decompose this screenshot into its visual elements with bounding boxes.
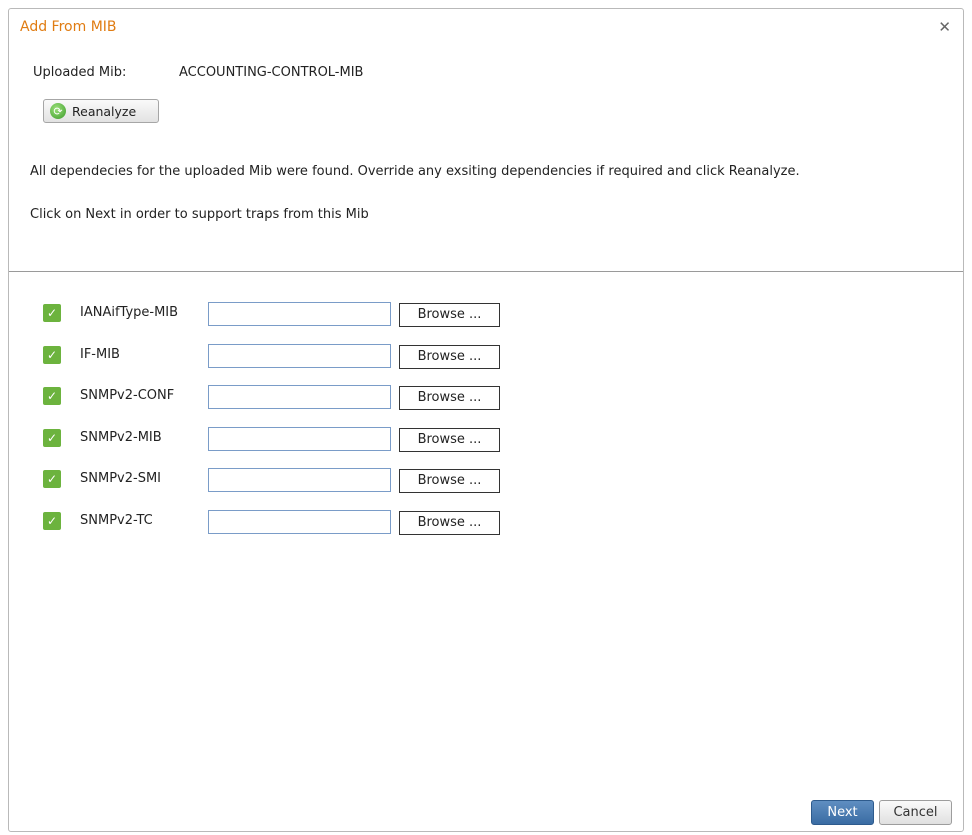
dependency-path-input[interactable]	[208, 344, 391, 368]
dependency-path-input[interactable]	[208, 427, 391, 451]
dependencies-message: All dependecies for the uploaded Mib wer…	[30, 164, 800, 179]
next-button[interactable]: Next	[811, 800, 874, 825]
dependency-row: ✓ SNMPv2-MIB Browse ...	[35, 427, 515, 452]
browse-button[interactable]: Browse ...	[399, 303, 500, 327]
dependency-name: IF-MIB	[80, 347, 120, 362]
dependency-row: ✓ IANAifType-MIB Browse ...	[35, 302, 515, 327]
reanalyze-label: Reanalyze	[72, 103, 137, 119]
dependency-row: ✓ SNMPv2-CONF Browse ...	[35, 385, 515, 410]
dependency-name: SNMPv2-TC	[80, 513, 153, 528]
refresh-icon: ⟳	[50, 103, 66, 119]
browse-button[interactable]: Browse ...	[399, 428, 500, 452]
close-icon[interactable]: ✕	[938, 18, 951, 36]
reanalyze-button[interactable]: ⟳ Reanalyze	[43, 99, 159, 123]
dependency-path-input[interactable]	[208, 468, 391, 492]
dialog-title: Add From MIB	[20, 19, 117, 35]
browse-button[interactable]: Browse ...	[399, 511, 500, 535]
dependency-checkbox[interactable]: ✓	[43, 387, 61, 405]
dependency-checkbox[interactable]: ✓	[43, 429, 61, 447]
dependency-checkbox[interactable]: ✓	[43, 346, 61, 364]
dependency-name: IANAifType-MIB	[80, 305, 179, 320]
browse-button[interactable]: Browse ...	[399, 469, 500, 493]
dependency-name: SNMPv2-SMI	[80, 471, 161, 486]
dependency-checkbox[interactable]: ✓	[43, 304, 61, 322]
uploaded-mib-label: Uploaded Mib:	[33, 65, 127, 80]
dependency-path-input[interactable]	[208, 302, 391, 326]
dependency-row: ✓ SNMPv2-TC Browse ...	[35, 510, 515, 535]
browse-button[interactable]: Browse ...	[399, 386, 500, 410]
dependency-path-input[interactable]	[208, 510, 391, 534]
uploaded-mib-value: ACCOUNTING-CONTROL-MIB	[179, 65, 364, 80]
next-instructions-message: Click on Next in order to support traps …	[30, 207, 369, 222]
cancel-button[interactable]: Cancel	[879, 800, 952, 825]
dependency-row: ✓ SNMPv2-SMI Browse ...	[35, 468, 515, 493]
dependency-name: SNMPv2-MIB	[80, 430, 162, 445]
dependency-checkbox[interactable]: ✓	[43, 512, 61, 530]
add-from-mib-dialog: Add From MIB ✕ Uploaded Mib: ACCOUNTING-…	[8, 8, 964, 832]
dependency-row: ✓ IF-MIB Browse ...	[35, 344, 515, 369]
dependency-path-input[interactable]	[208, 385, 391, 409]
dependency-name: SNMPv2-CONF	[80, 388, 175, 403]
dependency-checkbox[interactable]: ✓	[43, 470, 61, 488]
section-divider	[9, 271, 963, 272]
browse-button[interactable]: Browse ...	[399, 345, 500, 369]
